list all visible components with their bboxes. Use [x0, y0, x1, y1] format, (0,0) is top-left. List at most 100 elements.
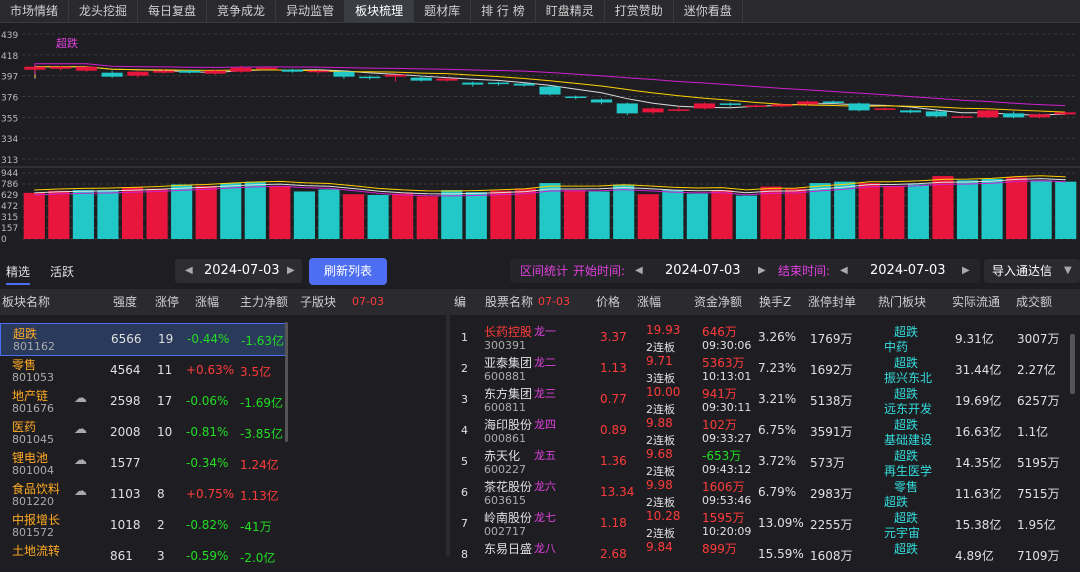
stock-row[interactable]: 4 海印股份 000861 龙四 0.89 9.88 2连板 102万 09:3… [450, 415, 1068, 447]
col-change[interactable]: 涨幅 [195, 289, 219, 315]
candle [1054, 112, 1076, 115]
sector-strength: 1577 [110, 456, 141, 470]
end-next-icon[interactable]: ▶ [962, 259, 970, 283]
import-tdx-dropdown[interactable]: 导入通达信 ▼ [984, 259, 1080, 283]
volume-bar [195, 185, 217, 239]
col-stock-name[interactable]: 股票名称 [485, 289, 533, 315]
volume-bar [23, 192, 45, 239]
col-sub-sector[interactable]: 子版块 [300, 289, 336, 315]
start-date-value[interactable]: 2024-07-03 [665, 259, 741, 283]
tab-8[interactable]: 盯盘精灵 [536, 0, 605, 22]
sector-row[interactable]: 锂电池 801004 ☁ 1577 -0.34% 1.24亿 [0, 448, 446, 479]
stock-turnover: 15.59% [758, 547, 804, 561]
col-index[interactable]: 编 [454, 289, 466, 315]
stock-row[interactable]: 7 岭南股份 002717 龙七 1.18 10.28 2连板 1595万 10… [450, 508, 1068, 540]
stock-price: 13.34 [600, 485, 635, 499]
candle [230, 67, 252, 72]
cloud-download-icon[interactable]: ☁ [74, 484, 87, 499]
volume-bar [686, 193, 708, 239]
volume-bar [244, 181, 266, 239]
tab-3[interactable]: 竞争成龙 [207, 0, 277, 22]
tab-1[interactable]: 龙头挖掘 [69, 0, 139, 22]
volume-bar [613, 184, 635, 239]
stock-row[interactable]: 6 茶花股份 603615 龙六 13.34 9.98 2连板 1606万 09… [450, 477, 1068, 509]
col-turnover[interactable]: 换手Z [759, 289, 791, 315]
sector-strength: 6566 [111, 332, 142, 346]
stock-row[interactable]: 3 东方集团 600811 龙三 0.77 10.00 2连板 941万 09:… [450, 384, 1068, 416]
col-strength[interactable]: 强度 [113, 289, 137, 315]
stock-row[interactable]: 2 亚泰集团 600881 龙二 1.13 9.71 3连板 5363万 10:… [450, 353, 1068, 385]
stock-row[interactable]: 1 长药控股 300391 龙一 3.37 19.93 2连板 646万 09:… [450, 322, 1068, 354]
refresh-list-button[interactable]: 刷新列表 [309, 258, 387, 285]
tab-4[interactable]: 异动监管 [276, 0, 346, 22]
col-fund-flow[interactable]: 资金净额 [694, 289, 742, 315]
sector-row[interactable]: 医药 801045 ☁ 2008 10 -0.81% -3.85亿 [0, 417, 446, 448]
stock-limit-time: 09:33:27 [702, 432, 752, 445]
end-date-value[interactable]: 2024-07-03 [870, 259, 946, 283]
stock-index: 4 [461, 424, 468, 437]
start-next-icon[interactable]: ▶ [758, 259, 766, 283]
volume-bar [48, 190, 70, 239]
candle [977, 110, 999, 118]
cloud-download-icon[interactable]: ☁ [74, 453, 87, 468]
sector-code: 801045 [12, 433, 54, 446]
stock-scrollbar[interactable] [1070, 334, 1075, 394]
stock-turnover: 3.72% [758, 454, 797, 468]
stock-limit-time: 09:53:46 [702, 494, 752, 507]
tab-6[interactable]: 题材库 [414, 0, 472, 22]
stock-circulation: 11.63亿 [955, 487, 1002, 501]
col-circulation[interactable]: 实际流通 [952, 289, 1000, 315]
end-prev-icon[interactable]: ◀ [840, 259, 848, 283]
col-limit-up[interactable]: 涨停 [155, 289, 179, 315]
candle [797, 101, 819, 105]
stock-row[interactable]: 8 东易日盛 龙八 2.68 9.84 899万 15.59% 1608万 超跌… [450, 539, 1068, 570]
sector-row[interactable]: 零售 801053 4564 11 +0.63% 3.5亿 [0, 355, 446, 386]
tab-7[interactable]: 排 行 榜 [471, 0, 536, 22]
next-date-icon[interactable]: ▶ [287, 259, 295, 283]
col-amount[interactable]: 成交额 [1016, 289, 1052, 315]
cloud-download-icon[interactable]: ☁ [74, 391, 87, 406]
range-stat-label[interactable]: 区间统计 [520, 259, 568, 283]
stock-change: 9.84 [646, 540, 673, 554]
tab-5[interactable]: 板块梳理 [345, 0, 415, 22]
sector-row[interactable]: 中报增长 801572 1018 2 -0.82% -41万 [0, 510, 446, 541]
stock-row[interactable]: 5 赤天化 600227 龙五 1.36 9.68 2连板 -653万 09:4… [450, 446, 1068, 478]
volume-bar [760, 186, 782, 239]
volume-bar [981, 178, 1003, 239]
col-hot-sector[interactable]: 热门板块 [878, 289, 926, 315]
stock-index: 1 [461, 331, 468, 344]
candle [410, 77, 432, 81]
sector-row[interactable]: 食品饮料 801220 ☁ 1103 8 +0.75% 1.13亿 [0, 479, 446, 510]
dragon-rank-badge: 龙八 [534, 542, 556, 555]
volume-bar [392, 193, 414, 239]
sector-limit-up: 8 [157, 487, 165, 501]
prev-date-icon[interactable]: ◀ [185, 259, 193, 283]
stock-amount: 1.1亿 [1017, 425, 1049, 439]
sector-scrollbar[interactable] [285, 322, 288, 442]
col-main-flow[interactable]: 主力净额 [240, 289, 288, 315]
col-seal-order[interactable]: 涨停封单 [808, 289, 856, 315]
date-value: 2024-07-03 [204, 263, 280, 278]
volume-tick-label: 472 [1, 202, 18, 212]
tab-0[interactable]: 市场情绪 [0, 0, 70, 22]
col-price[interactable]: 价格 [596, 289, 620, 315]
sector-row[interactable]: 超跌 801162 6566 19 -0.44% -1.63亿 [0, 323, 286, 356]
volume-bar [465, 192, 487, 239]
tab-selected[interactable]: 精选 [6, 263, 31, 285]
date-picker-main[interactable]: ◀ 2024-07-03 ▶ [175, 259, 302, 283]
tab-9[interactable]: 打赏赞助 [605, 0, 674, 22]
tab-10[interactable]: 迷你看盘 [674, 0, 743, 22]
tab-2[interactable]: 每日复盘 [138, 0, 208, 22]
sector-row[interactable]: 地产链 801676 ☁ 2598 17 -0.06% -1.69亿 [0, 386, 446, 417]
col-sector-name[interactable]: 板块名称 [2, 289, 50, 315]
tab-active[interactable]: 活跃 [50, 263, 74, 280]
candle [281, 69, 303, 72]
cloud-download-icon[interactable]: ☁ [74, 422, 87, 437]
stock-price: 1.36 [600, 454, 627, 468]
candle [822, 101, 844, 103]
sector-row[interactable]: 土地流转 861 3 -0.59% -2.0亿 [0, 541, 446, 572]
start-prev-icon[interactable]: ◀ [635, 259, 643, 283]
hot-sector-1[interactable]: 超跌 [894, 540, 918, 557]
col-change[interactable]: 涨幅 [637, 289, 661, 315]
col-date: 07-03 [352, 295, 384, 308]
